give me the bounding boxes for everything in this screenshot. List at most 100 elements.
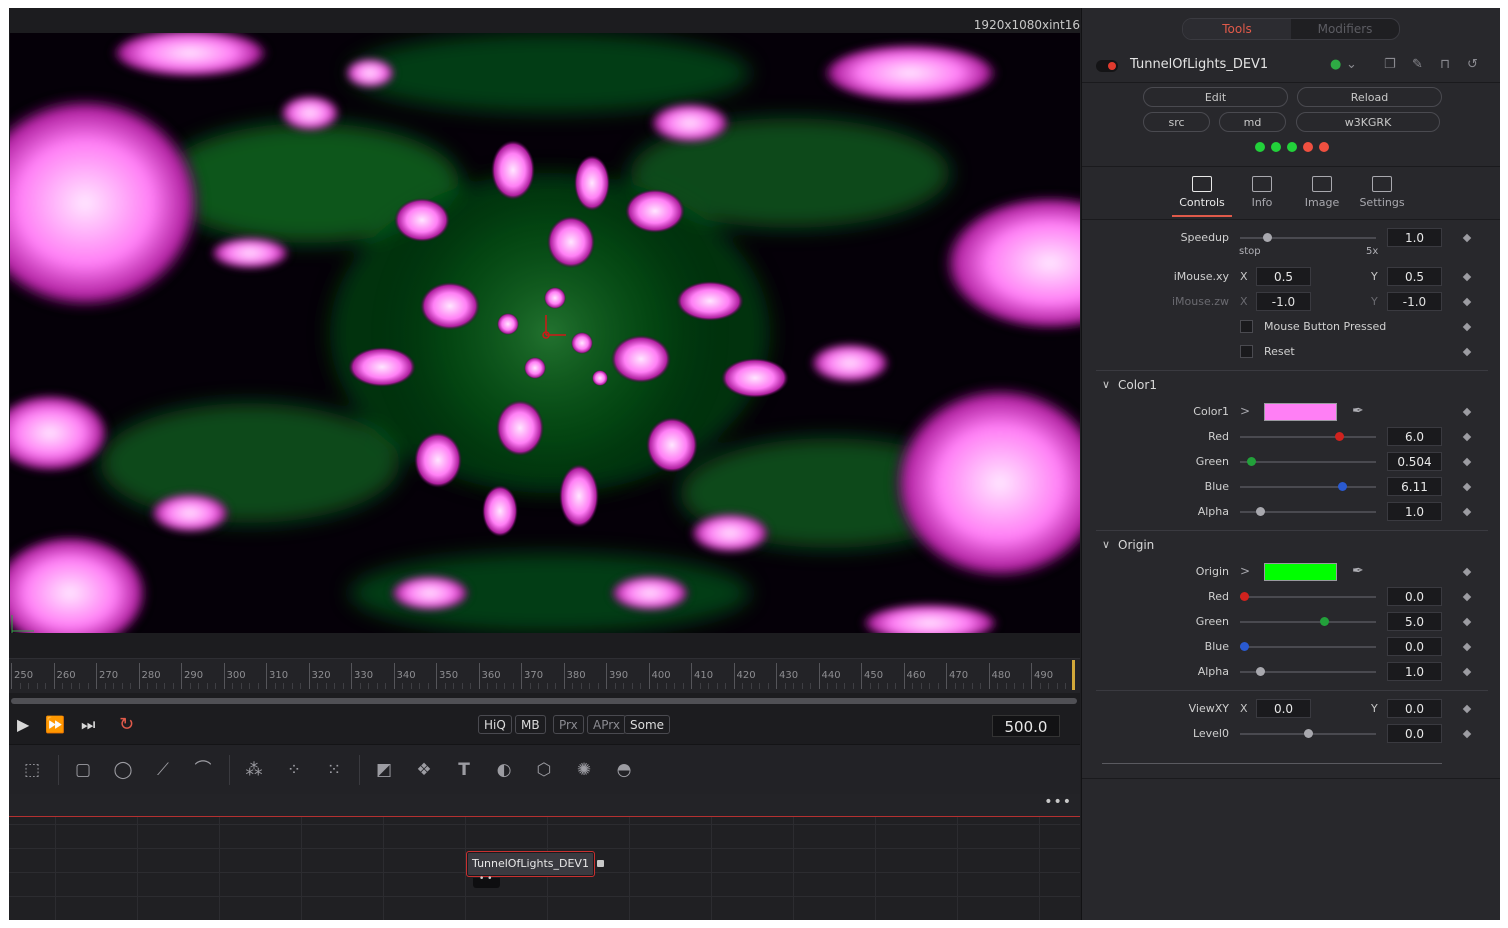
origin-blue-field[interactable]: 0.0 [1387, 637, 1442, 656]
slider-knob[interactable] [1338, 482, 1347, 491]
keyframe-icon[interactable] [1462, 482, 1472, 492]
level0-slider[interactable] [1240, 729, 1376, 738]
hiq-button[interactable]: HiQ [478, 715, 512, 734]
color1-green-slider[interactable] [1240, 457, 1376, 466]
color1-red-slider[interactable] [1240, 432, 1376, 441]
loop-icon[interactable]: ↻ [119, 716, 134, 734]
md-button[interactable]: md [1219, 112, 1286, 132]
fast-forward-icon[interactable]: ⏩ [45, 716, 65, 734]
keyframe-icon[interactable] [1462, 617, 1472, 627]
tab-modifiers[interactable]: Modifiers [1291, 19, 1399, 39]
play-icon[interactable]: ▶ [17, 716, 29, 734]
keyframe-icon[interactable] [1462, 407, 1472, 417]
imouse-z-field[interactable]: -1.0 [1256, 292, 1311, 311]
timeline-scrollbar[interactable] [11, 698, 1077, 704]
slider-knob[interactable] [1320, 617, 1330, 626]
node-output-port[interactable] [597, 860, 604, 867]
imageplane3d-icon[interactable]: ◓ [613, 759, 635, 781]
chevron-down-icon[interactable]: ∨ [1102, 538, 1110, 551]
origin-blue-slider[interactable] [1240, 642, 1376, 651]
origin-red-field[interactable]: 0.0 [1387, 587, 1442, 606]
tool-enable-toggle[interactable] [1096, 60, 1118, 72]
color1-blue-slider[interactable] [1240, 482, 1376, 491]
viewer[interactable] [10, 33, 1080, 633]
ellipse-mask-icon[interactable]: ◯ [112, 759, 134, 781]
keyframe-icon[interactable] [1462, 272, 1472, 282]
keyframe-icon[interactable] [1462, 592, 1472, 602]
tab-image[interactable]: Image [1292, 176, 1352, 209]
origin-green-slider[interactable] [1240, 617, 1376, 626]
color1-section-title[interactable]: Color1 [1118, 378, 1157, 392]
aprx-button[interactable]: APrx [587, 715, 626, 734]
eyedropper-icon[interactable]: ✒ [1352, 563, 1364, 579]
expand-chevron-icon[interactable]: > [1240, 404, 1250, 418]
reset-icon[interactable]: ↺ [1467, 57, 1478, 72]
slider-knob[interactable] [1246, 457, 1256, 466]
renderer3d-icon[interactable]: ⬡ [533, 759, 555, 781]
color1-swatch[interactable] [1264, 403, 1337, 421]
tab-info[interactable]: Info [1232, 176, 1292, 209]
slider-knob[interactable] [1256, 507, 1266, 516]
keyframe-icon[interactable] [1462, 507, 1472, 517]
keyframe-icon[interactable] [1462, 322, 1472, 332]
level0-field[interactable]: 0.0 [1387, 724, 1442, 743]
polygon-mask-icon[interactable]: ⟋ [152, 759, 174, 781]
reload-button[interactable]: Reload [1297, 87, 1442, 107]
skip-to-end-icon[interactable]: ⏭ [81, 716, 95, 734]
origin-red-slider[interactable] [1240, 592, 1376, 601]
some-button[interactable]: Some [624, 715, 671, 734]
keyframe-icon[interactable] [1462, 667, 1472, 677]
imouse-y-field[interactable]: 0.5 [1387, 267, 1442, 286]
slider-knob[interactable] [1240, 592, 1250, 601]
viewy-field[interactable]: 0.0 [1387, 699, 1442, 718]
slider-knob[interactable] [1256, 667, 1266, 676]
keyframe-icon[interactable] [1462, 567, 1472, 577]
keyframe-icon[interactable] [1462, 457, 1472, 467]
keyframe-icon[interactable] [1462, 432, 1472, 442]
pin-icon[interactable]: ✎ [1412, 57, 1423, 72]
node-input-ports[interactable] [473, 874, 500, 888]
speedup-slider[interactable] [1240, 233, 1376, 242]
keyframe-icon[interactable] [1462, 297, 1472, 307]
imouse-w-field[interactable]: -1.0 [1387, 292, 1442, 311]
color1-blue-field[interactable]: 6.11 [1387, 477, 1442, 496]
merge3d-icon[interactable]: ❖ [413, 759, 435, 781]
origin-green-field[interactable]: 5.0 [1387, 612, 1442, 631]
code-button[interactable]: w3KGRK [1296, 112, 1440, 132]
mb-button[interactable]: MB [515, 715, 546, 734]
lock-icon[interactable]: ⊓ [1440, 57, 1450, 72]
slider-knob[interactable] [1240, 642, 1250, 651]
rectangle-mask-icon[interactable]: ▢ [72, 759, 94, 781]
tab-controls[interactable]: Controls [1172, 176, 1232, 209]
imouse-x-field[interactable]: 0.5 [1256, 267, 1311, 286]
background-icon[interactable]: ⬚ [21, 759, 43, 781]
bspline-mask-icon[interactable]: ⌒ [192, 759, 214, 781]
speedup-field[interactable]: 1.0 [1387, 228, 1442, 247]
src-button[interactable]: src [1143, 112, 1210, 132]
color1-green-field[interactable]: 0.504 [1387, 452, 1442, 471]
slider-knob[interactable] [1263, 233, 1273, 242]
text3d-icon[interactable]: T [453, 759, 475, 781]
color1-alpha-field[interactable]: 1.0 [1387, 502, 1442, 521]
origin-alpha-slider[interactable] [1240, 667, 1376, 676]
reset-checkbox[interactable] [1240, 345, 1253, 358]
color1-alpha-slider[interactable] [1240, 507, 1376, 516]
version-icon[interactable]: ❐ [1384, 57, 1396, 72]
expand-chevron-icon[interactable]: > [1240, 564, 1250, 578]
keyframe-icon[interactable] [1462, 729, 1472, 739]
origin-alpha-field[interactable]: 1.0 [1387, 662, 1442, 681]
playhead[interactable] [1072, 660, 1075, 690]
particle-emitter-icon[interactable]: ⁂ [243, 759, 265, 781]
color1-red-field[interactable]: 6.0 [1387, 427, 1442, 446]
slider-knob[interactable] [1304, 729, 1313, 738]
eyedropper-icon[interactable]: ✒ [1352, 403, 1364, 419]
chevron-down-icon[interactable]: ⌄ [1346, 57, 1357, 72]
particle-render-icon[interactable]: ⁘ [283, 759, 305, 781]
particle-icon[interactable]: ⁙ [323, 759, 345, 781]
viewx-field[interactable]: 0.0 [1256, 699, 1311, 718]
current-frame-field[interactable]: 500.0 [992, 715, 1060, 737]
timeline-ruler[interactable]: 250 260 270 280 290 300 310 320 330 340 350 360 370 3… [9, 658, 1080, 693]
edit-button[interactable]: Edit [1143, 87, 1288, 107]
spotlight-icon[interactable]: ✺ [573, 759, 595, 781]
camera3d-icon[interactable]: ◐ [493, 759, 515, 781]
